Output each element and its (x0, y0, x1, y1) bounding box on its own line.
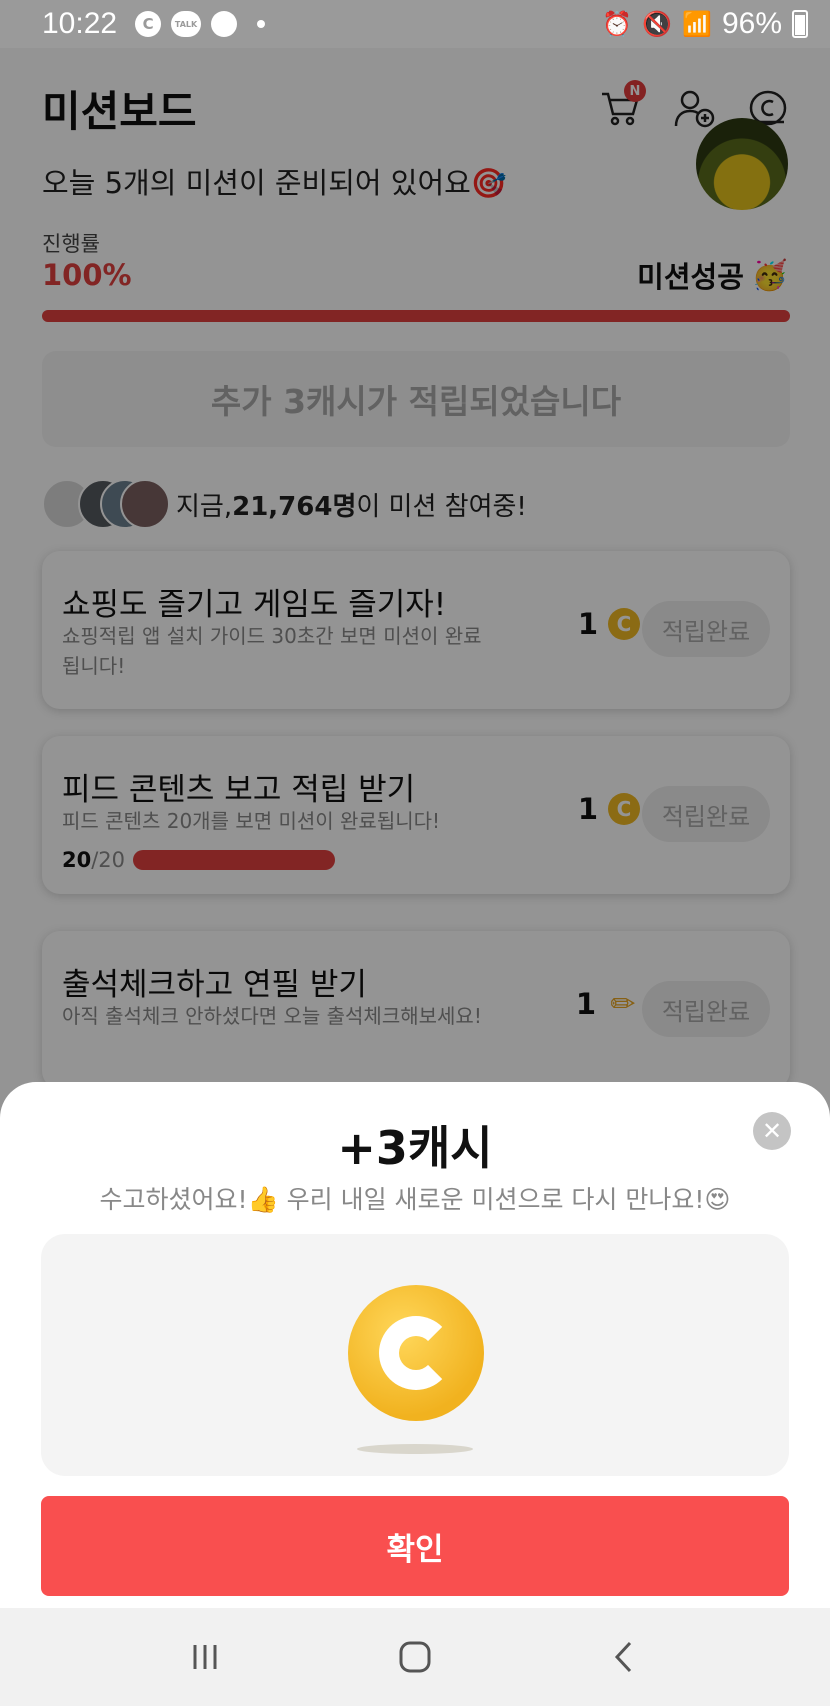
chat-bubble-icon (211, 11, 238, 37)
battery-percent: 96% (721, 7, 782, 40)
recent-apps-icon[interactable] (175, 1627, 235, 1687)
home-icon[interactable] (385, 1627, 445, 1687)
battery-icon (792, 10, 808, 38)
mission-board-screen: 미션보드 N 오늘 5개의 미션이 준비되어 있어요🎯 진행률 100% 미션성… (0, 48, 830, 1608)
close-button[interactable]: ✕ (753, 1112, 791, 1150)
system-nav-bar (0, 1608, 830, 1706)
confirm-button[interactable]: 확인 (41, 1496, 789, 1596)
wifi-icon: 📶 (682, 10, 712, 38)
kakaotalk-icon: TALK (171, 11, 202, 37)
clock: 10:22 (42, 7, 118, 40)
reward-bottom-sheet: +3캐시 ✕ 수고하셨어요!👍 우리 내일 새로운 미션으로 다시 만나요!😍 … (0, 1082, 830, 1608)
mute-icon: 🔇 (642, 10, 673, 38)
status-bar: 10:22 C TALK ⏰ 🔇 📶 96% (0, 0, 830, 48)
reward-message: 수고하셨어요!👍 우리 내일 새로운 미션으로 다시 만나요!😍 (99, 1185, 731, 1214)
alarm-icon: ⏰ (602, 10, 633, 38)
cash-coin-icon (348, 1285, 484, 1421)
c-app-icon: C (135, 11, 162, 37)
coin-panel (41, 1234, 789, 1476)
coin-shadow (357, 1444, 473, 1454)
reward-title: +3캐시 (337, 1121, 493, 1175)
dot-icon (257, 20, 266, 28)
back-icon[interactable] (595, 1627, 655, 1687)
